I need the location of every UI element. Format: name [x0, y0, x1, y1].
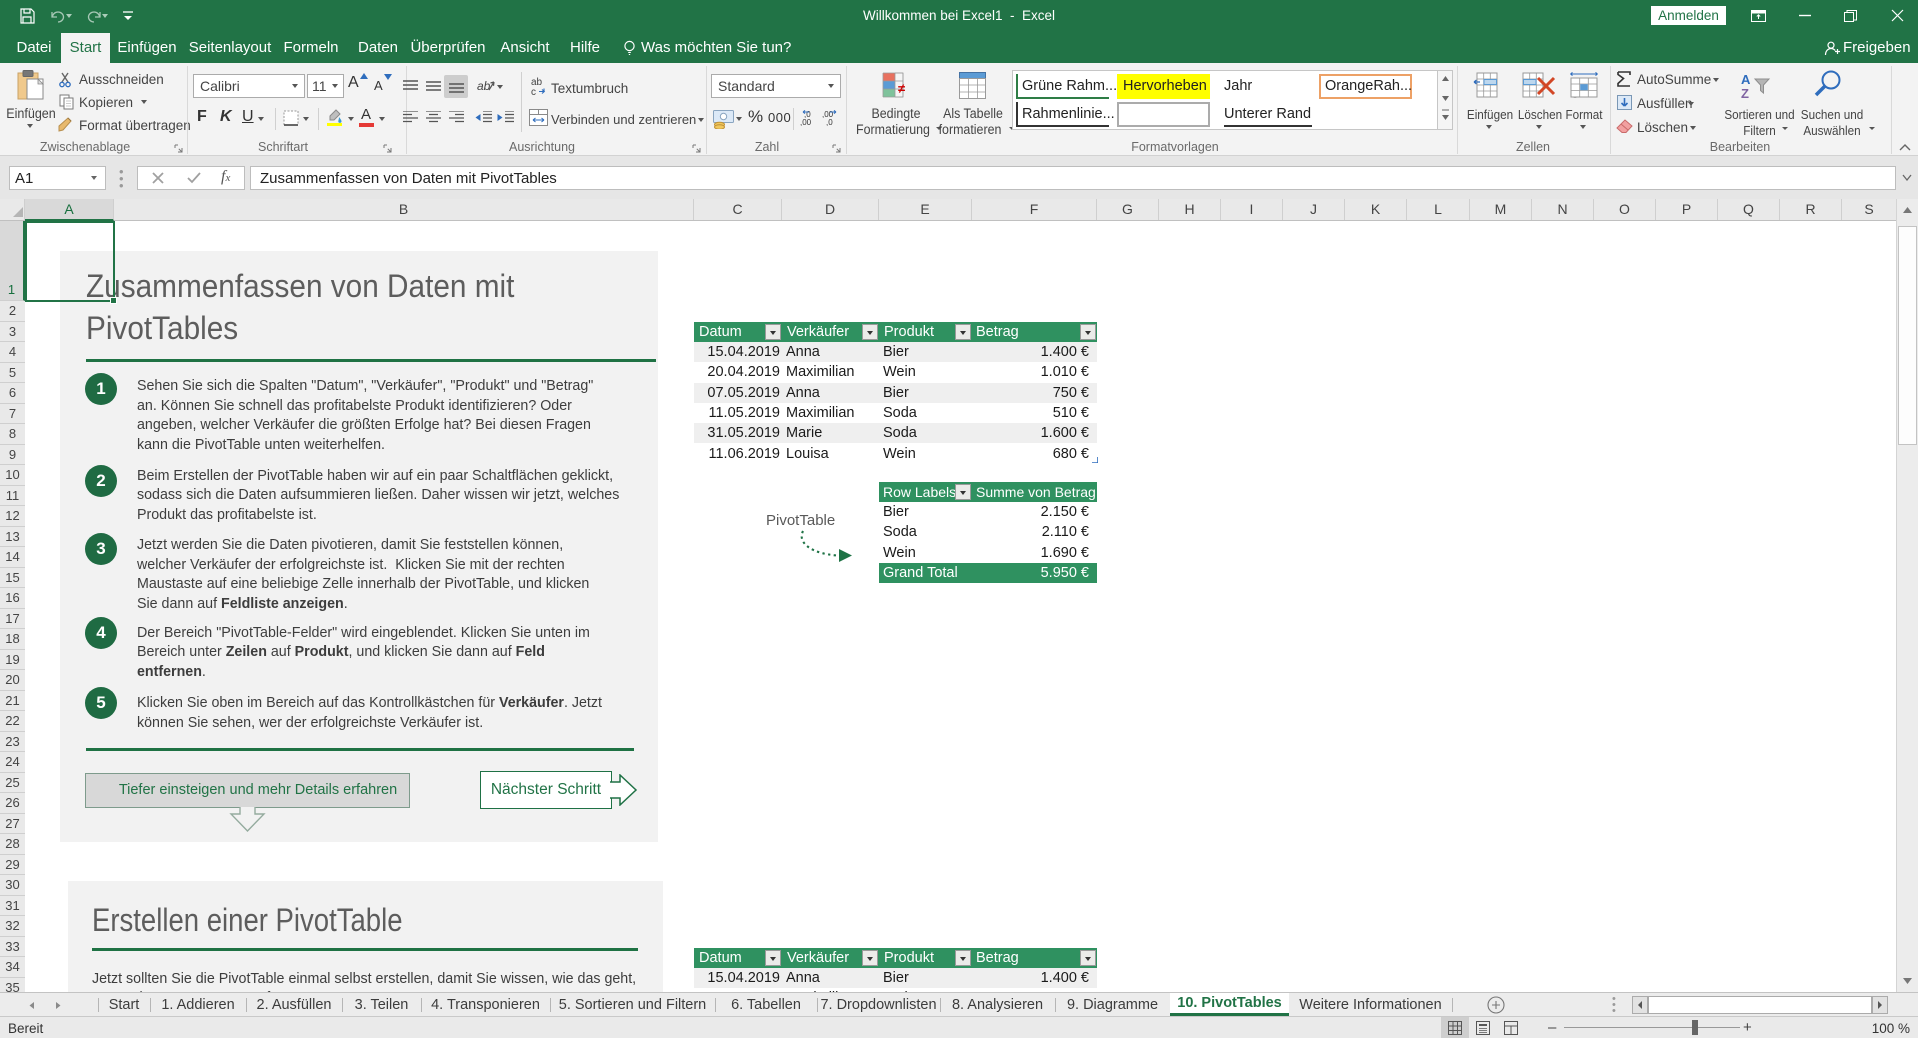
svg-text:≠: ≠	[898, 81, 905, 96]
svg-text:ab: ab	[477, 79, 491, 93]
svg-text:,00: ,00	[800, 118, 812, 126]
svg-text:,0: ,0	[826, 118, 833, 126]
svg-text:Z: Z	[1741, 86, 1749, 99]
svg-text:c: c	[531, 87, 536, 96]
svg-text:A: A	[1741, 72, 1751, 87]
